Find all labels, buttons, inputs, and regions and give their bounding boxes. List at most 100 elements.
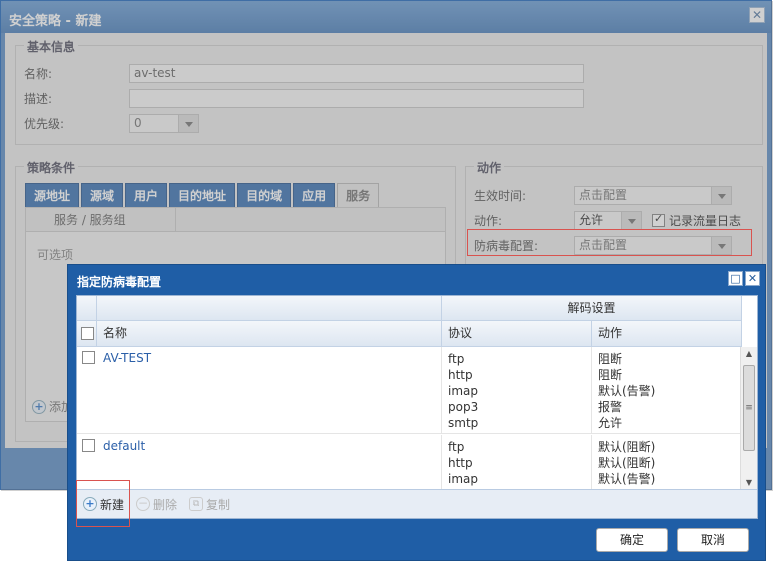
copy-label: 复制 [206,497,231,512]
table-row[interactable]: default ftp http imap 默认(阻断) 默认(阻断) 默认(告… [77,435,742,495]
cancel-button[interactable]: 取消 [677,528,749,552]
service-column-header: 服务 / 服务组 [26,208,176,231]
grid-group-header: 解码设置 [77,296,742,321]
action-label: 动作: [474,213,503,228]
profile-grid: 解码设置 名称 协议 动作 AV-TEST ftp http imap pop3 [76,295,758,519]
description-input[interactable] [129,88,584,108]
delete-button[interactable]: − 删除 [136,496,177,513]
service-table-header: 服务 / 服务组 [26,208,445,232]
name-cell: AV-TEST [97,347,442,433]
protocol-text: ftp [448,352,465,366]
protocol-text: imap [448,472,478,486]
basic-info-legend: 基本信息 [24,38,79,55]
dialog-titlebar: 指定防病毒配置 □ ✕ [68,265,765,293]
log-traffic-checkbox[interactable] [652,212,665,227]
action-text: 默认(告警) [598,384,656,398]
chevron-down-icon[interactable] [178,114,198,132]
delete-label: 删除 [153,497,178,512]
optional-text: 可选项 [37,248,74,262]
action-text: 默认(告警) [598,472,656,486]
chevron-down-icon[interactable] [711,186,731,204]
action-text: 允许 [598,416,623,430]
scroll-down-icon[interactable]: ▼ [741,476,757,490]
dialog-title: 指定防病毒配置 [77,275,162,289]
close-icon[interactable]: ✕ [745,271,760,286]
action-cell: 阻断 阻断 默认(告警) 报警 允许 [592,347,742,433]
window-title: 安全策略 - 新建 [9,14,102,29]
basic-info-group: 基本信息 名称: av-test 描述: 优先级: 0 [15,38,763,145]
dialog-title-buttons: □ ✕ [728,271,760,286]
tab-destination-address[interactable]: 目的地址 [169,183,236,207]
description-row: 描述: [24,88,584,108]
row-checkbox[interactable] [82,351,95,364]
antivirus-dialog: 指定防病毒配置 □ ✕ 解码设置 名称 协议 动作 AV-TEST ftp ht… [67,264,766,561]
antivirus-highlight [467,229,752,256]
name-input[interactable]: av-test [129,63,584,83]
condition-tabs: 源地址 源域 用户 目的地址 目的域 应用 服务 [25,183,380,207]
select-all-checkbox[interactable] [81,327,94,340]
action-text: 报警 [598,400,623,414]
priority-select[interactable]: 0 [129,113,199,133]
tab-source-zone[interactable]: 源域 [81,183,124,207]
copy-icon: ⧉ [189,497,204,511]
row-checkbox[interactable] [82,439,95,452]
header-spacer [77,296,97,320]
priority-row: 优先级: 0 [24,113,199,133]
action-text: 默认(阻断) [598,440,656,454]
action-select[interactable]: 允许 [574,210,642,230]
header-select-all [77,321,97,346]
action-text: 阻断 [598,368,623,382]
log-traffic-label: 记录流量日志 [669,213,742,228]
plus-icon: + [32,399,46,414]
name-cell: default [97,435,442,494]
protocol-text: http [448,368,473,382]
chevron-down-icon[interactable] [621,211,641,229]
vertical-scrollbar[interactable]: ▲ ≡ ▼ [740,347,757,490]
tab-destination-zone[interactable]: 目的域 [237,183,292,207]
header-spacer [97,296,442,320]
close-icon[interactable]: ✕ [749,7,765,23]
tab-source-address[interactable]: 源地址 [25,183,80,207]
column-protocol-header[interactable]: 协议 [442,321,592,346]
action-value: 允许 [579,212,604,227]
conditions-legend: 策略条件 [24,159,79,176]
tab-user[interactable]: 用户 [125,183,168,207]
effective-time-label: 生效时间: [474,188,527,203]
protocol-cell: ftp http imap pop3 smtp [442,347,592,433]
protocol-cell: ftp http imap [442,435,592,494]
name-label: 名称: [24,66,53,81]
effective-time-row: 生效时间: 点击配置 [474,185,732,205]
effective-time-select[interactable]: 点击配置 [574,185,732,205]
profile-name[interactable]: AV-TEST [103,351,151,365]
action-legend: 动作 [474,159,505,176]
action-row: 动作: 允许 记录流量日志 [474,210,741,230]
priority-label: 优先级: [24,116,65,131]
action-cell: 默认(阻断) 默认(阻断) 默认(告警) [592,435,742,494]
profile-name[interactable]: default [103,439,145,453]
effective-time-value: 点击配置 [579,187,628,202]
minus-icon: − [136,496,151,511]
scroll-thumb[interactable]: ≡ [743,365,755,451]
protocol-text: smtp [448,416,479,430]
column-action-header[interactable]: 动作 [592,321,742,346]
grid-column-header: 名称 协议 动作 [77,321,742,347]
grid-toolbar: + 新建 − 删除 ⧉ 复制 [77,489,757,518]
column-name-header[interactable]: 名称 [97,321,442,346]
protocol-text: http [448,456,473,470]
ok-button[interactable]: 确定 [596,528,668,552]
protocol-text: ftp [448,440,465,454]
window-titlebar: 安全策略 - 新建 ✕ [1,1,771,33]
table-row[interactable]: AV-TEST ftp http imap pop3 smtp 阻断 阻断 默认… [77,347,742,434]
priority-value: 0 [134,115,142,130]
maximize-icon[interactable]: □ [728,271,743,286]
action-text: 阻断 [598,352,623,366]
tab-service[interactable]: 服务 [337,183,380,207]
scroll-up-icon[interactable]: ▲ [741,347,757,361]
new-button-highlight [76,480,130,527]
tab-application[interactable]: 应用 [293,183,336,207]
protocol-text: pop3 [448,400,479,414]
action-text: 默认(阻断) [598,456,656,470]
copy-button[interactable]: ⧉ 复制 [189,496,230,513]
decode-settings-header: 解码设置 [442,296,742,320]
grid-body: AV-TEST ftp http imap pop3 smtp 阻断 阻断 默认… [77,347,742,495]
